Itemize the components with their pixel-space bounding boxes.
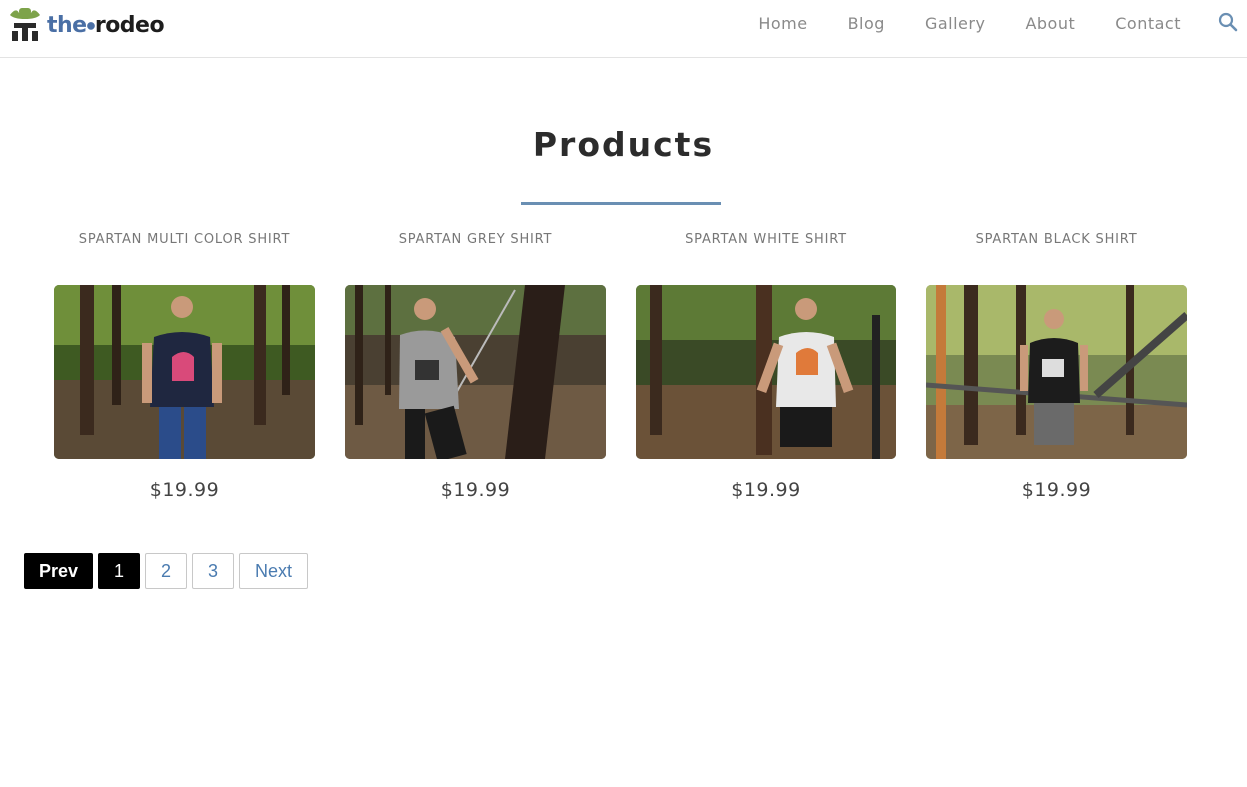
pagination: Prev 1 2 3 Next: [24, 553, 313, 589]
product-price: $19.99: [440, 479, 511, 501]
title-divider: [521, 202, 721, 205]
product-image[interactable]: [636, 285, 896, 459]
nav-home[interactable]: Home: [758, 14, 807, 33]
brand-name: the●rodeo: [47, 12, 165, 38]
next-button[interactable]: Next: [239, 553, 308, 589]
product-card: SPARTAN WHITE SHIRT $19.99: [636, 230, 896, 501]
product-card: SPARTAN GREY SHIRT $19.99: [345, 230, 606, 501]
product-name[interactable]: SPARTAN WHITE SHIRT: [636, 230, 896, 250]
product-card: SPARTAN BLACK SHIRT $19.99: [926, 230, 1187, 501]
product-price: $19.99: [149, 479, 220, 501]
brand-name-part2: rodeo: [94, 12, 165, 38]
nav-blog[interactable]: Blog: [848, 14, 885, 33]
product-image[interactable]: [926, 285, 1187, 459]
product-card: SPARTAN MULTI COLOR SHIRT $19.99: [54, 230, 315, 501]
product-price: $19.99: [1021, 479, 1092, 501]
nav-about[interactable]: About: [1025, 14, 1075, 33]
page-1-button[interactable]: 1: [98, 553, 140, 589]
brand-name-part1: the: [47, 12, 87, 38]
prev-button[interactable]: Prev: [24, 553, 93, 589]
product-name[interactable]: SPARTAN GREY SHIRT: [345, 230, 606, 250]
product-name[interactable]: SPARTAN BLACK SHIRT: [926, 230, 1187, 250]
page-3-button[interactable]: 3: [192, 553, 234, 589]
cowboy-hat-icon: [6, 3, 44, 45]
search-icon[interactable]: [1217, 11, 1239, 33]
page-2-button[interactable]: 2: [145, 553, 187, 589]
site-header: the●rodeo Home Blog Gallery About Contac…: [0, 0, 1247, 58]
page-title: Products: [532, 125, 715, 164]
product-image[interactable]: [54, 285, 315, 459]
site-logo[interactable]: the●rodeo: [6, 3, 166, 45]
product-name[interactable]: SPARTAN MULTI COLOR SHIRT: [54, 230, 315, 250]
product-price: $19.99: [731, 479, 801, 501]
nav-gallery[interactable]: Gallery: [925, 14, 985, 33]
product-image[interactable]: [345, 285, 606, 459]
nav-contact[interactable]: Contact: [1115, 14, 1181, 33]
main-nav: Home Blog Gallery About Contact: [718, 14, 1181, 33]
brand-dot: ●: [86, 20, 96, 31]
